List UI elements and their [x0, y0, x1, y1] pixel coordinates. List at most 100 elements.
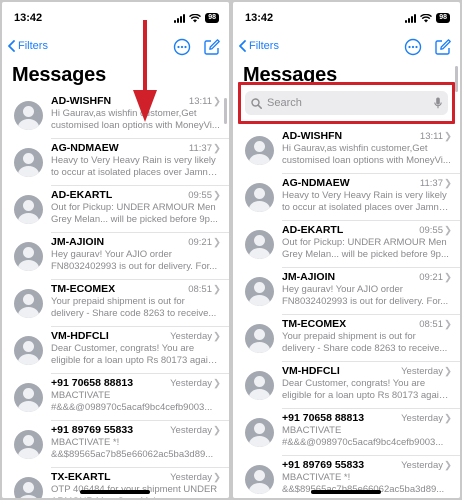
message-sender: AG-NDMAEW [282, 177, 350, 189]
status-icons: 98 [405, 13, 450, 23]
preview-line-2: customised loan options with MoneyVi... [282, 154, 451, 166]
chevron-left-icon [8, 40, 15, 52]
message-sender: AD-WISHFN [282, 130, 343, 142]
preview-line-1: Dear Customer, congrats! You are [51, 343, 195, 354]
message-row[interactable]: AD-WISHFN 13:11 ❯ Hi Gaurav,as wishfin cust… [233, 127, 460, 174]
search-placeholder: Search [267, 97, 302, 109]
preview-line-1: Your prepaid shipment is out for [282, 331, 416, 342]
person-silhouette-icon [245, 277, 274, 306]
person-silhouette-icon [14, 195, 43, 224]
search-highlight-box: Search [238, 82, 455, 124]
signal-icon [174, 13, 186, 23]
person-silhouette-icon [245, 324, 274, 353]
preview-line-2: eligible for a loan upto Rs 80173 again.… [51, 354, 221, 366]
message-row[interactable]: VM-HDFCLI Yesterday ❯ Dear Customer, congra… [2, 327, 229, 374]
preview-line-1: Hi Gaurav,as wishfin customer,Get [282, 143, 428, 154]
message-row[interactable]: JM-AJIOIN 09:21 ❯ Hey gaurav! Your AJIO ord… [2, 233, 229, 280]
preview-line-2: to occur at isolated places over Jamna..… [282, 201, 452, 213]
wifi-icon [189, 13, 202, 22]
preview-line-1: MBACTIVATE *! [282, 472, 351, 483]
preview-line-1: Hey gaurav! Your AJIO order [51, 249, 172, 260]
chevron-right-icon: ❯ [444, 366, 452, 377]
message-time: 08:51 [419, 319, 443, 330]
compose-icon[interactable] [203, 38, 221, 56]
message-row[interactable]: JM-AJIOIN 09:21 ❯ Hey gaurav! Your AJIO ord… [233, 268, 460, 315]
message-row[interactable]: AD-EKARTL 09:55 ❯ Out for Pickup: UNDER ARM… [233, 221, 460, 268]
chevron-right-icon: ❯ [213, 378, 221, 389]
ellipsis-circle-icon[interactable] [173, 38, 191, 56]
chevron-right-icon: ❯ [444, 413, 452, 424]
scroll-indicator [455, 66, 458, 92]
preview-line-1: Heavy to Very Heavy Rain is very likely [282, 190, 447, 201]
person-silhouette-icon [245, 418, 274, 447]
message-preview: MBACTIVATE #&&&@098970c5acaf9bc4cefb9003.… [282, 425, 452, 448]
status-time: 13:42 [14, 12, 43, 24]
compose-icon[interactable] [434, 38, 452, 56]
message-row[interactable]: +91 70658 88813 Yesterday ❯ MBACTIVATE #&&&@… [233, 409, 460, 456]
filters-back-button[interactable]: Filters [8, 40, 48, 52]
person-silhouette-icon [14, 336, 43, 365]
person-silhouette-icon [14, 477, 43, 498]
messages-screen-right: 13:42 98 Filters Messages Search AD-WISH… [233, 2, 460, 498]
preview-line-2: &&$89565ac7b85e66062ac5ba3d89... [51, 448, 214, 460]
preview-line-1: Dear Customer, congrats! You are [282, 378, 426, 389]
chevron-right-icon: ❯ [213, 284, 221, 295]
message-row[interactable]: +91 89769 55833 Yesterday ❯ MBACTIVATE *! &&… [2, 421, 229, 468]
page-title: Messages [12, 64, 107, 86]
message-time: 09:55 [188, 190, 212, 201]
message-time: Yesterday [401, 413, 443, 424]
message-time: Yesterday [401, 366, 443, 377]
battery-badge: 98 [205, 13, 219, 23]
ellipsis-circle-icon[interactable] [404, 38, 422, 56]
message-time: Yesterday [401, 460, 443, 471]
message-sender: +91 70658 88813 [282, 412, 365, 424]
status-bar: 13:42 98 [233, 2, 460, 36]
message-row[interactable]: +91 70658 88813 Yesterday ❯ MBACTIVATE #&&&@… [2, 374, 229, 421]
person-silhouette-icon [14, 242, 43, 271]
message-row[interactable]: TM-ECOMEX 08:51 ❯ Your prepaid shipment is … [2, 280, 229, 327]
preview-line-2: ARMOUR Men Grey Melan... [51, 496, 221, 499]
message-row[interactable]: AG-NDMAEW 11:37 ❯ Heavy to Very Heavy Rain … [2, 139, 229, 186]
message-sender: AD-WISHFN [51, 95, 112, 107]
search-input[interactable]: Search [245, 91, 448, 115]
message-preview: Dear Customer, congrats! You are eligible… [282, 378, 452, 401]
chevron-right-icon: ❯ [213, 143, 221, 154]
message-row[interactable]: TM-ECOMEX 08:51 ❯ Your prepaid shipment is … [233, 315, 460, 362]
message-row[interactable]: AG-NDMAEW 11:37 ❯ Heavy to Very Heavy Rain … [233, 174, 460, 221]
person-silhouette-icon [245, 371, 274, 400]
chevron-right-icon: ❯ [444, 178, 452, 189]
chevron-right-icon: ❯ [444, 272, 452, 283]
preview-line-2: to occur at isolated places over Jamna..… [51, 166, 221, 178]
message-preview: Dear Customer, congrats! You are eligible… [51, 343, 221, 366]
message-sender: AD-EKARTL [51, 189, 113, 201]
message-sender: JM-AJIOIN [282, 271, 336, 283]
filters-label: Filters [249, 40, 279, 52]
filters-back-button[interactable]: Filters [239, 40, 279, 52]
microphone-icon[interactable] [434, 97, 442, 109]
message-preview: Hey gaurav! Your AJIO order FN8032402993 … [51, 249, 221, 272]
person-silhouette-icon [245, 136, 274, 165]
message-sender: AG-NDMAEW [51, 142, 119, 154]
preview-line-2: FN8032402993 is out for delivery. For... [51, 260, 218, 272]
message-row[interactable]: VM-HDFCLI Yesterday ❯ Dear Customer, congra… [233, 362, 460, 409]
message-preview: Out for Pickup: UNDER ARMOUR Men Grey Mel… [282, 237, 452, 260]
preview-line-1: MBACTIVATE [282, 425, 342, 436]
person-silhouette-icon [245, 230, 274, 259]
message-sender: +91 89769 55833 [51, 424, 134, 436]
message-row[interactable]: AD-EKARTL 09:55 ❯ Out for Pickup: UNDER ARM… [2, 186, 229, 233]
message-sender: AD-EKARTL [282, 224, 344, 236]
preview-line-2: #&&&@098970c5acaf9bc4cefb9003... [51, 401, 213, 413]
message-time: 08:51 [188, 284, 212, 295]
message-time: Yesterday [170, 378, 212, 389]
person-silhouette-icon [14, 101, 43, 130]
preview-line-2: eligible for a loan upto Rs 80173 again.… [282, 389, 452, 401]
person-silhouette-icon [245, 465, 274, 494]
message-time: 13:11 [419, 131, 443, 142]
message-time: 11:37 [419, 178, 443, 189]
message-sender: TX-EKARTL [51, 471, 111, 483]
chevron-right-icon: ❯ [213, 472, 221, 483]
message-time: 13:11 [188, 96, 212, 107]
message-preview: Hi Gaurav,as wishfin customer,Get customi… [282, 143, 452, 166]
message-row[interactable]: AD-WISHFN 13:11 ❯ Hi Gaurav,as wishfin cust… [2, 92, 229, 139]
status-icons: 98 [174, 13, 219, 23]
